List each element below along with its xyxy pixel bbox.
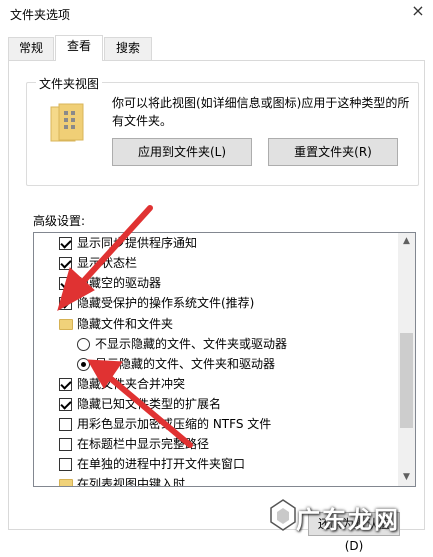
red-arrow-2 bbox=[107, 375, 193, 448]
red-arrow-1 bbox=[77, 205, 153, 288]
annotation-arrows bbox=[57, 205, 193, 448]
watermark-logo bbox=[270, 499, 296, 531]
tab-view[interactable]: 查看 bbox=[55, 35, 103, 61]
watermark-text: 广东龙网 bbox=[296, 506, 400, 534]
